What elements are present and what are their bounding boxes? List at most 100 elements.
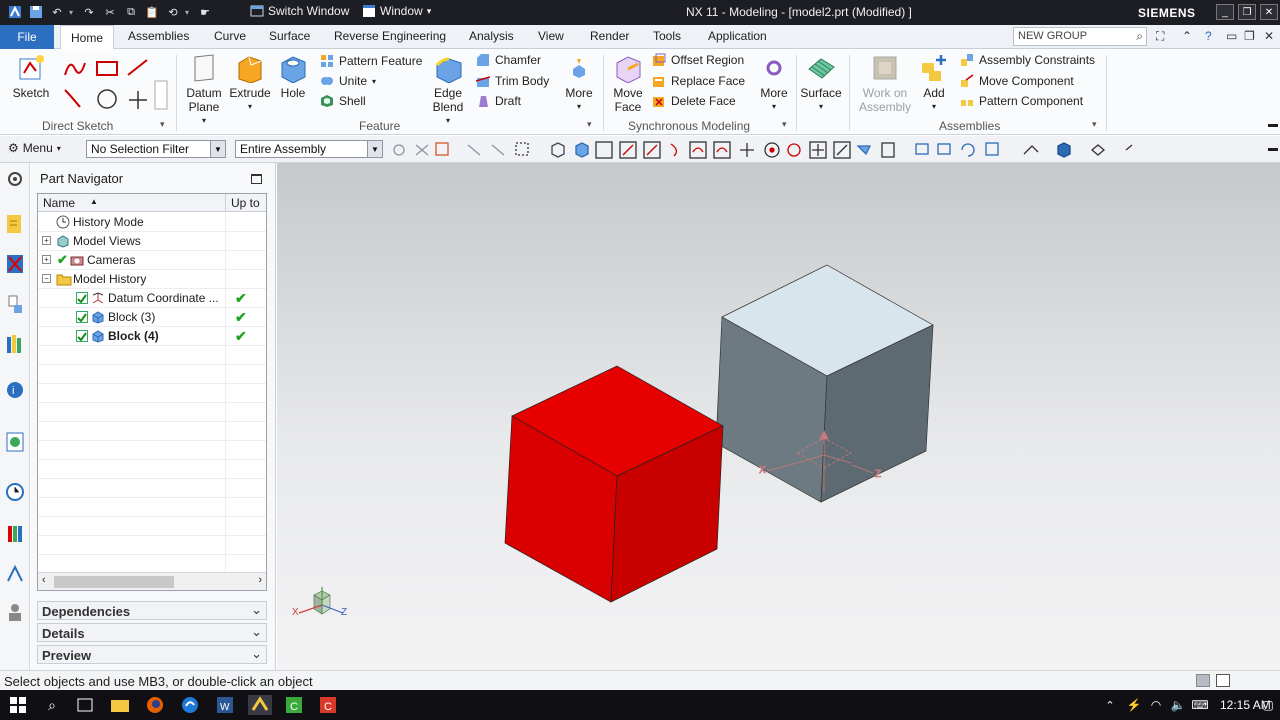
render-style-icon[interactable] xyxy=(1023,145,1039,155)
sketch-button[interactable]: Sketch xyxy=(10,53,52,100)
search-icon[interactable]: ⌕ xyxy=(1136,29,1143,44)
snap-point-toggle-icon[interactable] xyxy=(595,141,613,159)
add-component-button[interactable]: Add ▾ xyxy=(918,53,950,114)
tab-render[interactable]: Render xyxy=(590,29,629,43)
tab-reverse-engineering[interactable]: Reverse Engineering xyxy=(334,29,446,43)
group-dropdown-icon[interactable]: ▾ xyxy=(1092,119,1097,130)
red-block[interactable] xyxy=(504,365,724,603)
scrollbar-thumb[interactable] xyxy=(54,576,174,588)
constraint-navigator-icon[interactable] xyxy=(5,293,27,317)
command-finder-input[interactable]: NEW GROUP ⌕ xyxy=(1013,27,1147,46)
tree-row[interactable]: Block (3) ✔ xyxy=(38,308,266,327)
history-icon[interactable] xyxy=(5,481,27,505)
close-doc-icon[interactable]: ✕ xyxy=(1264,29,1274,43)
chamfer-button[interactable]: Chamfer xyxy=(476,53,541,67)
selection-scope-select[interactable]: Entire Assembly ▼ xyxy=(235,140,383,158)
datum-plane-button[interactable]: Datum Plane ▾ xyxy=(182,53,226,128)
view-triad-icon[interactable]: X Z xyxy=(292,587,347,618)
expand-icon[interactable]: + xyxy=(42,236,51,245)
tab-home[interactable]: Home xyxy=(60,25,114,50)
window-menu[interactable]: Window ▾ xyxy=(362,4,431,18)
move-component-button[interactable]: Move Component xyxy=(960,74,1074,88)
restore-button[interactable]: ❐ xyxy=(1238,4,1256,20)
studio-spline-icon[interactable] xyxy=(64,62,86,76)
camtasia-green-icon[interactable]: C xyxy=(284,695,304,715)
cut-icon[interactable]: ✂ xyxy=(101,3,119,21)
tree-row[interactable]: Block (4) ✔ xyxy=(38,327,266,346)
replace-face-button[interactable]: Replace Face xyxy=(652,74,745,88)
keyboard-icon[interactable]: ⌨ xyxy=(1190,695,1210,715)
part-navigator-tab-icon[interactable] xyxy=(5,213,27,237)
control-point-icon[interactable] xyxy=(670,143,678,157)
tab-curve[interactable]: Curve xyxy=(214,29,246,43)
details-panel[interactable]: Details ⌄ xyxy=(37,623,267,642)
fit-view-icon[interactable] xyxy=(915,143,929,155)
tab-view[interactable]: View xyxy=(538,29,564,43)
file-explorer-icon[interactable] xyxy=(110,695,130,715)
pattern-component-button[interactable]: Pattern Component xyxy=(960,94,1083,108)
undo-icon[interactable]: ↶ xyxy=(48,3,66,21)
edge-blend-button[interactable]: Edge Blend ▾ xyxy=(428,53,468,128)
group-dropdown-icon[interactable]: ▾ xyxy=(782,119,787,130)
toolbar-options-icon[interactable]: ▬ xyxy=(1268,143,1278,154)
tree-row[interactable]: History Mode xyxy=(38,213,266,232)
scroll-left-icon[interactable]: ‹ xyxy=(42,574,46,586)
word-icon[interactable]: W xyxy=(215,695,235,715)
menu-button[interactable]: ⚙ Menu ▾ xyxy=(8,141,61,155)
tab-surface[interactable]: Surface xyxy=(269,29,310,43)
paste-icon[interactable]: 📋 xyxy=(143,3,161,21)
tree-row[interactable]: + Model Views xyxy=(38,232,266,251)
arc-icon[interactable] xyxy=(64,89,81,108)
tree-row[interactable]: + ✔ Cameras xyxy=(38,251,266,270)
tab-file[interactable]: File xyxy=(0,25,54,49)
clip-section-icon[interactable] xyxy=(881,142,895,158)
notifications-icon[interactable]: ▢ xyxy=(1258,695,1278,715)
process-studio-icon[interactable] xyxy=(5,563,27,587)
grey-block[interactable] xyxy=(715,264,934,503)
copy-icon[interactable]: ⧉ xyxy=(122,3,140,21)
firefox-icon[interactable] xyxy=(145,695,165,715)
repeat-dropdown-icon[interactable]: ▾ xyxy=(185,8,193,17)
assembly-navigator-icon[interactable] xyxy=(5,253,27,277)
tab-tools[interactable]: Tools xyxy=(653,29,681,43)
visibility-checkbox[interactable] xyxy=(76,330,88,342)
minimize-button[interactable]: _ xyxy=(1216,4,1234,20)
column-header-up-to[interactable]: Up to xyxy=(231,196,260,210)
hole-button[interactable]: Hole xyxy=(276,53,310,100)
arc-center-icon[interactable] xyxy=(713,141,731,159)
solid-select-icon[interactable] xyxy=(575,142,589,158)
show-hidden-icons-icon[interactable]: ⌃ xyxy=(1100,695,1120,715)
restore-doc-icon[interactable]: ❐ xyxy=(1244,29,1255,43)
tab-analysis[interactable]: Analysis xyxy=(469,29,514,43)
graphics-window[interactable]: X Z X Z xyxy=(277,163,1280,670)
work-on-assembly-button[interactable]: Work on Assembly xyxy=(856,53,914,114)
expand-icon[interactable]: + xyxy=(42,255,51,264)
surface-button[interactable]: Surface ▾ xyxy=(800,53,842,114)
visibility-checkbox[interactable] xyxy=(76,292,88,304)
save-icon[interactable] xyxy=(27,3,45,21)
repeat-command-icon[interactable]: ⟲ xyxy=(164,3,182,21)
line-icon[interactable] xyxy=(127,59,148,76)
collapse-icon[interactable]: − xyxy=(42,274,51,283)
dependencies-panel[interactable]: Dependencies ⌄ xyxy=(37,601,267,620)
volume-icon[interactable]: 🔈 xyxy=(1168,695,1188,715)
switch-window-button[interactable]: Switch Window xyxy=(250,4,349,18)
tree-row[interactable]: − Model History xyxy=(38,270,266,289)
scroll-right-icon[interactable]: › xyxy=(258,574,262,586)
full-screen-icon[interactable] xyxy=(1216,674,1230,687)
web-browser-icon[interactable] xyxy=(5,431,27,455)
trim-body-button[interactable]: Trim Body xyxy=(476,74,549,88)
circle-icon[interactable] xyxy=(97,89,117,109)
unite-button[interactable]: Unite ▾ xyxy=(320,74,376,88)
orient-view-icon[interactable] xyxy=(985,142,999,156)
rectangle-select-icon[interactable] xyxy=(515,142,529,156)
rotate-view-icon[interactable] xyxy=(961,143,975,157)
visibility-checkbox[interactable] xyxy=(76,311,88,323)
edge-select-icon[interactable] xyxy=(467,144,481,156)
nx-app-icon[interactable] xyxy=(248,695,272,715)
tree-row[interactable]: Datum Coordinate ... ✔ xyxy=(38,289,266,308)
point-icon[interactable] xyxy=(129,91,147,109)
wifi-icon[interactable]: ◠ xyxy=(1146,695,1166,715)
feature-more-button[interactable]: More ▾ xyxy=(562,53,596,114)
tab-assemblies[interactable]: Assemblies xyxy=(128,29,189,43)
